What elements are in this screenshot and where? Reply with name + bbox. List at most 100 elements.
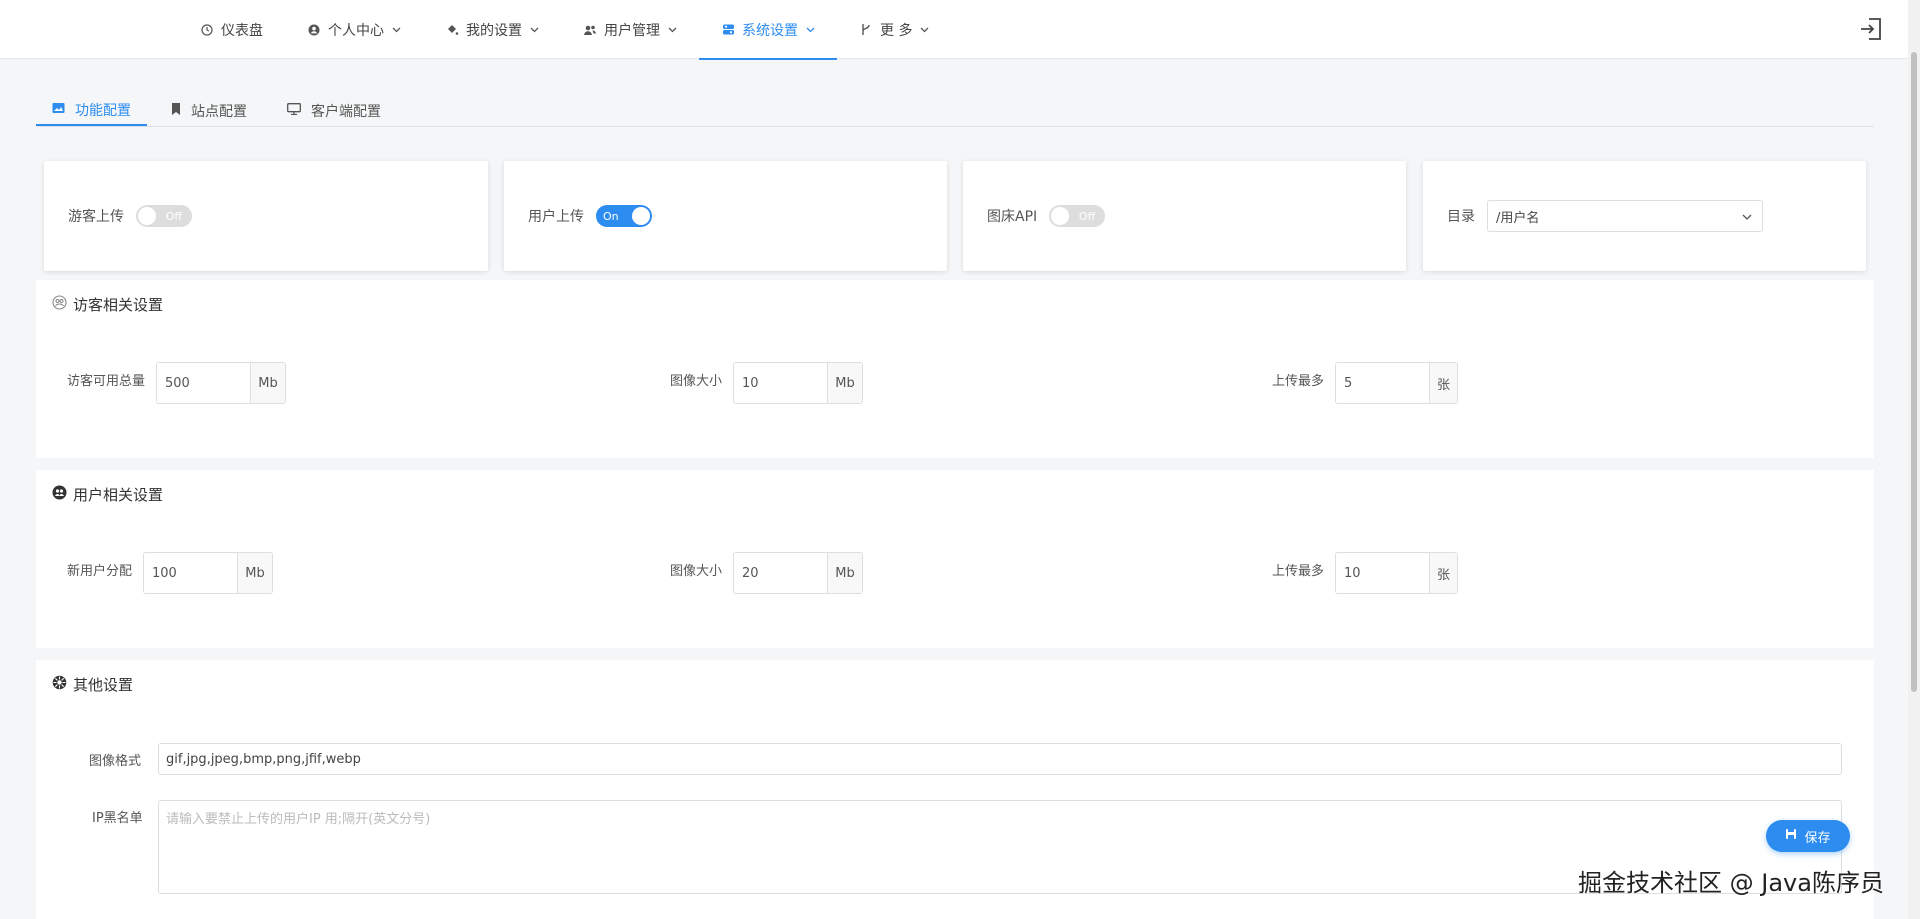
- user-image-size-input-group: Mb: [733, 552, 864, 594]
- save-button[interactable]: 保存: [1766, 820, 1850, 852]
- nav-item-my-settings[interactable]: 我的设置: [423, 0, 561, 59]
- panel-title-text: 其他设置: [73, 676, 134, 694]
- guest-upload-switch[interactable]: Off: [136, 205, 192, 227]
- guest-upload-label: 游客上传: [68, 209, 124, 225]
- gear-icon: [52, 675, 67, 694]
- tab-label: 站点配置: [191, 104, 247, 120]
- tab-label: 客户端配置: [311, 104, 381, 120]
- user-alloc-field: 新用户分配 Mb: [67, 552, 274, 594]
- field-label: 图像大小: [670, 373, 723, 389]
- tab-site[interactable]: 站点配置: [155, 96, 263, 126]
- tab-label: 功能配置: [75, 103, 131, 119]
- api-label: 图床API: [987, 209, 1038, 225]
- nav-label: 个人中心: [328, 22, 384, 39]
- nav-item-profile[interactable]: 个人中心: [285, 0, 423, 59]
- switch-knob: [632, 207, 650, 225]
- field-label: 上传最多: [1272, 373, 1325, 389]
- top-navbar: 仪表盘 个人中心 我的设置 用户管理 系统设置 更 多: [0, 0, 1908, 60]
- settings-icon: [721, 23, 735, 37]
- branch-icon: [859, 23, 873, 37]
- guest-image-size-input[interactable]: [734, 363, 828, 403]
- vertical-scrollbar[interactable]: [1908, 0, 1920, 919]
- guest-upload-card: 游客上传 Off: [44, 161, 488, 271]
- nav-label: 系统设置: [742, 22, 798, 39]
- directory-label: 目录: [1447, 209, 1475, 225]
- unit-suffix: Mb: [827, 553, 863, 593]
- field-label: 图像大小: [670, 563, 723, 579]
- switch-knob: [1051, 207, 1070, 225]
- user-max-upload-input[interactable]: [1336, 553, 1430, 593]
- chevron-down-icon: [529, 25, 539, 35]
- guest-image-size-field: 图像大小 Mb: [670, 362, 864, 404]
- guest-total-input-group: Mb: [156, 362, 287, 404]
- logout-icon[interactable]: [1858, 16, 1884, 42]
- guest-max-upload-input-group: 张: [1335, 362, 1459, 404]
- chevron-down-icon: [391, 25, 401, 35]
- guest-settings-title: 访客相关设置: [52, 294, 163, 315]
- panel-title-text: 访客相关设置: [73, 296, 164, 314]
- scrollbar-thumb[interactable]: [1911, 52, 1917, 692]
- ip-blacklist-label: IP黑名单: [92, 811, 143, 826]
- switch-state: Off: [1078, 209, 1096, 223]
- nav-item-more[interactable]: 更 多: [837, 0, 951, 59]
- user-max-upload-input-group: 张: [1335, 552, 1459, 594]
- tab-features[interactable]: 功能配置: [36, 96, 147, 126]
- guest-max-upload-field: 上传最多 张: [1272, 362, 1459, 404]
- nav-item-dashboard[interactable]: 仪表盘: [178, 0, 285, 59]
- monitor-icon: [287, 103, 301, 119]
- user-image-size-field: 图像大小 Mb: [670, 552, 864, 594]
- api-card: 图床API Off: [963, 161, 1406, 271]
- user-icon: [307, 23, 321, 37]
- main-nav: 仪表盘 个人中心 我的设置 用户管理 系统设置 更 多: [178, 0, 951, 60]
- image-format-label: 图像格式: [89, 754, 142, 769]
- directory-value: /用户名: [1496, 210, 1540, 226]
- guest-max-upload-input[interactable]: [1336, 363, 1430, 403]
- directory-select[interactable]: /用户名: [1487, 200, 1763, 232]
- nav-label: 用户管理: [604, 22, 660, 39]
- api-switch[interactable]: Off: [1049, 205, 1106, 227]
- chevron-down-icon: [1742, 209, 1752, 224]
- chevron-down-icon: [919, 25, 929, 35]
- user-settings-panel: 用户相关设置 新用户分配 Mb 图像大小 Mb 上传最多 张: [36, 470, 1874, 648]
- user-upload-switch[interactable]: On: [596, 205, 652, 227]
- user-max-upload-field: 上传最多 张: [1272, 552, 1459, 594]
- directory-card: 目录 /用户名: [1423, 161, 1866, 271]
- field-label: 新用户分配: [67, 563, 133, 579]
- user-upload-label: 用户上传: [528, 209, 584, 225]
- guest-total-field: 访客可用总量 Mb: [67, 362, 287, 404]
- nav-label: 我的设置: [466, 22, 522, 39]
- user-alloc-input[interactable]: [144, 553, 238, 593]
- image-icon: [52, 102, 65, 118]
- user-upload-card: 用户上传 On: [504, 161, 947, 271]
- panel-title-text: 用户相关设置: [73, 486, 164, 504]
- user-alloc-input-group: Mb: [143, 552, 274, 594]
- nav-item-system-settings[interactable]: 系统设置: [699, 0, 837, 60]
- chevron-down-icon: [667, 25, 677, 35]
- paint-bucket-icon: [445, 23, 459, 37]
- switch-state: On: [603, 209, 619, 223]
- nav-label: 更 多: [880, 22, 913, 39]
- users-icon: [52, 485, 67, 504]
- field-label: 访客可用总量: [67, 373, 146, 389]
- unit-suffix: Mb: [237, 553, 273, 593]
- unit-suffix: 张: [1429, 553, 1458, 593]
- tab-client[interactable]: 客户端配置: [271, 96, 397, 126]
- guest-total-input[interactable]: [157, 363, 251, 403]
- user-image-size-input[interactable]: [734, 553, 828, 593]
- dashboard-icon: [200, 23, 214, 37]
- field-label: 上传最多: [1272, 563, 1325, 579]
- save-label: 保存: [1804, 830, 1831, 846]
- image-format-input[interactable]: [158, 743, 1842, 775]
- unit-suffix: Mb: [250, 363, 286, 403]
- nav-item-user-management[interactable]: 用户管理: [561, 0, 699, 59]
- visitor-icon: [52, 295, 67, 314]
- settings-tabs: 功能配置 站点配置 客户端配置: [36, 96, 1874, 127]
- save-icon: [1785, 828, 1797, 844]
- bookmark-icon: [171, 103, 181, 119]
- guest-image-size-input-group: Mb: [733, 362, 864, 404]
- nav-label: 仪表盘: [221, 22, 263, 39]
- chevron-down-icon: [805, 25, 815, 35]
- unit-suffix: 张: [1429, 363, 1458, 403]
- guest-settings-panel: 访客相关设置 访客可用总量 Mb 图像大小 Mb 上传最多 张: [36, 280, 1874, 458]
- unit-suffix: Mb: [827, 363, 863, 403]
